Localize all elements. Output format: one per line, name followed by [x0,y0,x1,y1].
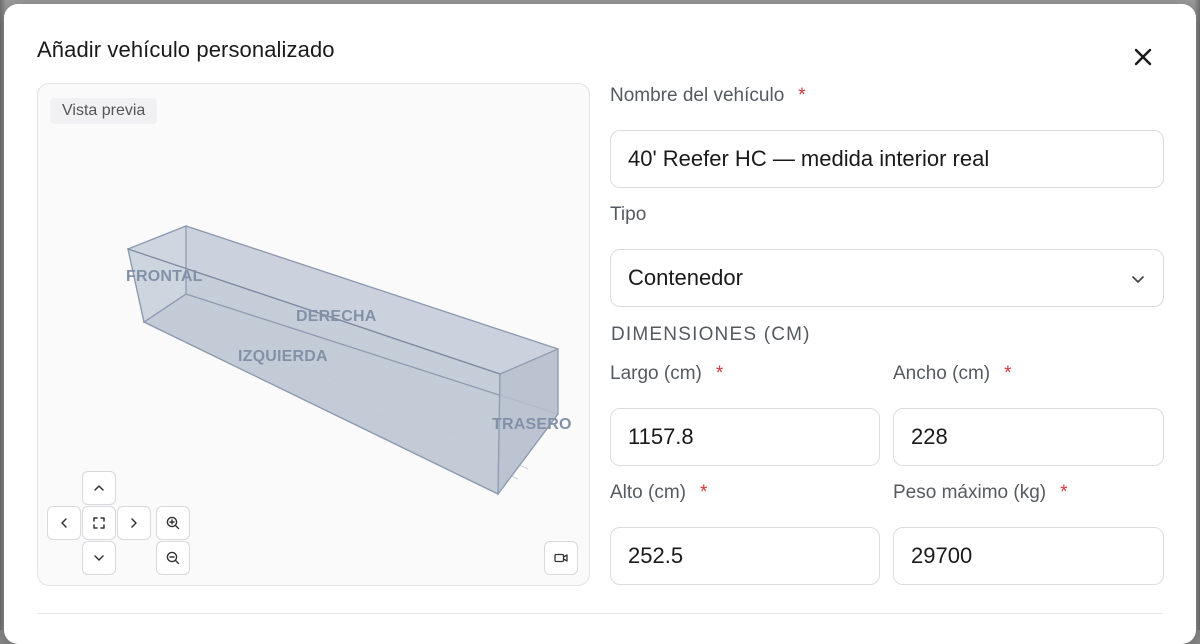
close-button[interactable] [1130,44,1156,70]
width-label: Ancho (cm) * [893,363,1012,385]
vehicle-name-value: 40' Reefer HC — medida interior real [628,146,990,171]
face-label-right: DERECHA [296,308,377,325]
chevron-right-icon [131,518,137,528]
footer-divider [37,613,1163,614]
height-input[interactable]: 252.5 [610,527,880,585]
fit-view-icon [93,517,105,529]
max-weight-label: Peso máximo (kg) * [893,482,1068,504]
face-label-front: FRONTAL [126,268,203,285]
required-mark: * [798,85,806,106]
pan-down-button[interactable] [82,541,116,575]
max-weight-input[interactable]: 29700 [893,527,1164,585]
length-label: Largo (cm) * [610,363,723,385]
required-mark: * [1060,482,1068,503]
camera-icon [554,553,568,563]
camera-button[interactable] [544,541,578,575]
max-weight-value: 29700 [911,543,973,568]
zoom-in-icon [166,516,180,530]
dimensions-section-title: DIMENSIONES (CM) [611,324,811,345]
vehicle-preview-panel[interactable]: Vista previa FRONTAL DERECHA IZQUIERDA T… [37,83,590,586]
chevron-down-icon [94,555,104,561]
width-input[interactable]: 228 [893,408,1164,466]
length-input[interactable]: 1157.8 [610,408,880,466]
vehicle-name-label-text: Nombre del vehículo [610,85,785,106]
type-select[interactable]: Contenedor [610,249,1164,307]
width-value: 228 [911,424,948,449]
required-mark: * [1004,363,1012,384]
pan-left-button[interactable] [47,506,81,540]
zoom-out-icon [166,551,180,565]
add-vehicle-dialog: Añadir vehículo personalizado Vista prev… [4,4,1196,644]
type-label: Tipo [610,204,647,225]
close-icon [1134,48,1152,66]
pan-up-button[interactable] [82,471,116,505]
zoom-in-button[interactable] [156,506,190,540]
dialog-title: Añadir vehículo personalizado [37,37,335,62]
chevron-up-icon [94,485,104,491]
height-label: Alto (cm) * [610,482,707,504]
vehicle-name-label: Nombre del vehículo * [610,85,806,107]
face-label-left: IZQUIERDA [238,348,328,365]
height-label-text: Alto (cm) [610,482,686,503]
required-mark: * [715,363,724,384]
chevron-down-icon [1132,276,1144,283]
width-label-text: Ancho (cm) [893,363,991,384]
length-label-text: Largo (cm) [610,363,702,384]
max-weight-label-text: Peso máximo (kg) [893,482,1047,503]
required-mark: * [700,482,708,503]
type-select-value: Contenedor [628,265,743,290]
chevron-left-icon [61,518,67,528]
vehicle-name-input[interactable]: 40' Reefer HC — medida interior real [610,130,1164,188]
length-value: 1157.8 [628,424,694,449]
pan-right-button[interactable] [117,506,151,540]
fit-view-button[interactable] [82,506,116,540]
height-value: 252.5 [628,543,684,568]
zoom-out-button[interactable] [156,541,190,575]
face-label-rear: TRASERO [492,416,572,433]
